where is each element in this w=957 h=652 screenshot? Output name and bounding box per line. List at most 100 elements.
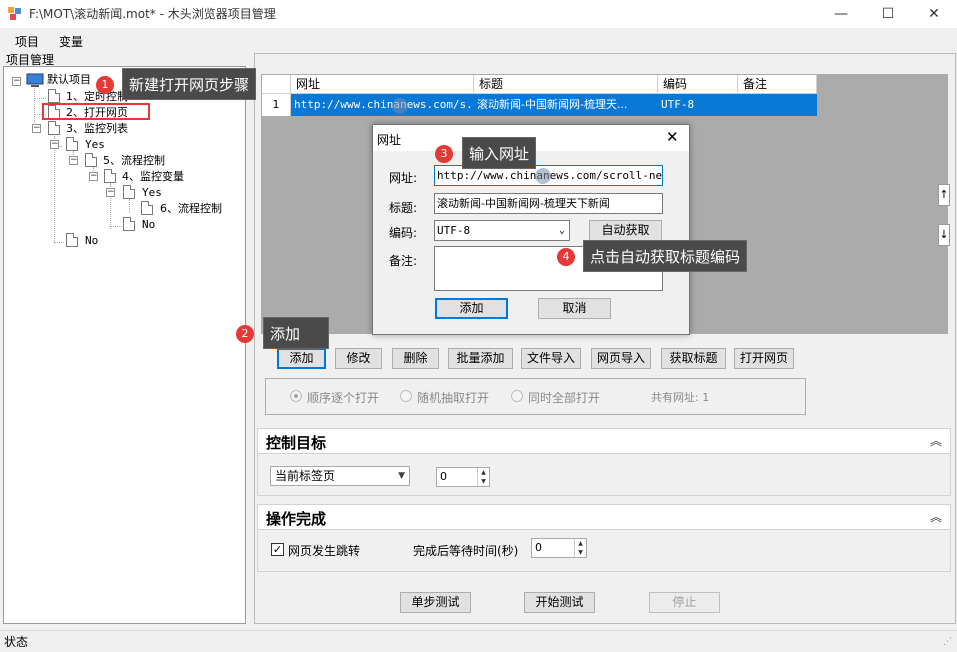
click-marker: [392, 98, 408, 114]
column-encoding[interactable]: 编码: [658, 75, 738, 94]
move-down-button[interactable]: ↓: [938, 224, 950, 246]
radio-sequential[interactable]: [290, 390, 302, 402]
add-button[interactable]: 添加: [277, 348, 326, 369]
document-icon: [48, 89, 60, 103]
move-up-button[interactable]: ↑: [938, 184, 950, 206]
tree-node-monitor-variable[interactable]: 4、监控变量: [122, 170, 184, 184]
tree-collapse-toggle[interactable]: −: [32, 124, 41, 133]
callout-badge: 2: [236, 325, 254, 343]
dialog-close-icon[interactable]: ✕: [666, 128, 679, 146]
column-note[interactable]: 备注: [738, 75, 817, 94]
callout-tooltip: 点击自动获取标题编码: [583, 240, 748, 272]
section-header[interactable]: 操作完成 ︽: [258, 505, 950, 530]
cell-note: [738, 94, 817, 116]
tab-index-stepper[interactable]: 0 ▲ ▼: [436, 467, 490, 487]
callout-tooltip: 输入网址: [462, 137, 537, 169]
title-bar: F:\MOT\滚动新闻.mot* - 木头浏览器项目管理 — ☐ ✕: [0, 0, 957, 28]
collapse-icon[interactable]: ︽: [930, 508, 942, 525]
cell-title: 滚动新闻-中国新闻网-梳理天...: [477, 98, 628, 111]
chevron-down-icon: ⌄: [558, 225, 565, 236]
radio-random-label: 随机抽取打开: [417, 391, 490, 405]
menu-variable[interactable]: 变量: [59, 33, 83, 50]
tab-index-value: 0: [440, 470, 447, 483]
close-button[interactable]: ✕: [911, 0, 957, 28]
tree-collapse-toggle[interactable]: −: [12, 77, 21, 86]
tree-node-default-project[interactable]: 默认项目: [47, 73, 91, 87]
status-text: 状态: [4, 635, 29, 649]
stop-button[interactable]: 停止: [649, 592, 720, 613]
batch-add-button[interactable]: 批量添加: [448, 348, 513, 369]
grid-corner: [262, 75, 291, 94]
operation-complete-section: 操作完成 ︽: [257, 504, 951, 572]
step-test-button[interactable]: 单步测试: [400, 592, 471, 613]
dialog-cancel-button[interactable]: 取消: [538, 298, 611, 319]
cell-encoding: UTF-8: [661, 98, 695, 111]
app-icon: [8, 7, 21, 20]
delete-button[interactable]: 删除: [392, 348, 439, 369]
tab-target-value: 当前标签页: [275, 469, 336, 483]
tree-node-no[interactable]: No: [85, 234, 98, 248]
tree-collapse-toggle[interactable]: −: [50, 140, 59, 149]
maximize-button[interactable]: ☐: [865, 0, 911, 28]
tree-collapse-toggle[interactable]: −: [89, 172, 98, 181]
spin-down-icon[interactable]: ▼: [477, 477, 489, 486]
tree-node-timer-control[interactable]: 1、定时控制: [66, 90, 128, 104]
tree-node-monitor-list[interactable]: 3、监控列表: [66, 122, 128, 136]
callout-badge: 4: [557, 248, 575, 266]
tree-node-yes[interactable]: Yes: [142, 186, 162, 200]
table-row[interactable]: 1 http://www.chinanews.com/s... 滚动新闻-中国新…: [262, 94, 817, 116]
open-webpage-button[interactable]: 打开网页: [734, 348, 794, 369]
start-test-button[interactable]: 开始测试: [524, 592, 595, 613]
tab-target-select[interactable]: 当前标签页 ▼: [270, 466, 410, 486]
title-field-label: 标题:: [389, 201, 418, 215]
radio-random[interactable]: [400, 390, 412, 402]
click-marker: [535, 168, 551, 184]
cell-url: http://www.chinanews.com/s...: [294, 98, 474, 111]
document-icon: [141, 201, 153, 215]
encoding-select[interactable]: UTF-8 ⌄: [434, 220, 570, 241]
grid-header: 网址 标题 编码 备注: [262, 75, 817, 94]
tree-collapse-toggle[interactable]: −: [69, 156, 78, 165]
column-title[interactable]: 标题: [474, 75, 658, 94]
chevron-down-icon: ▼: [398, 471, 405, 481]
wait-time-stepper[interactable]: 0 ▲ ▼: [531, 538, 587, 558]
section-title: 操作完成: [266, 510, 327, 528]
status-bar: 状态 ⋰: [0, 630, 957, 652]
auto-fetch-button[interactable]: 自动获取: [589, 220, 662, 241]
spin-up-icon[interactable]: ▲: [574, 539, 586, 548]
tree-node-no[interactable]: No: [142, 218, 155, 232]
tree-collapse-toggle[interactable]: −: [106, 188, 115, 197]
collapse-icon[interactable]: ︽: [930, 432, 942, 449]
menu-project[interactable]: 项目: [15, 33, 39, 50]
edit-button[interactable]: 修改: [335, 348, 382, 369]
file-import-button[interactable]: 文件导入: [521, 348, 581, 369]
tree-node-yes[interactable]: Yes: [85, 138, 105, 152]
title-field[interactable]: 滚动新闻-中国新闻网-梳理天下新闻: [434, 193, 663, 214]
webpage-import-button[interactable]: 网页导入: [591, 348, 651, 369]
resize-grip-icon[interactable]: ⋰: [943, 637, 952, 647]
row-index: 1: [262, 94, 291, 116]
window-title: F:\MOT\滚动新闻.mot* - 木头浏览器项目管理: [29, 7, 276, 21]
document-icon: [123, 217, 135, 231]
dialog-add-button[interactable]: 添加: [435, 298, 508, 319]
document-icon: [123, 185, 135, 199]
spin-up-icon[interactable]: ▲: [477, 468, 489, 477]
radio-sequential-label: 顺序逐个打开: [307, 391, 380, 405]
get-title-button[interactable]: 获取标题: [661, 348, 726, 369]
radio-all-at-once[interactable]: [511, 390, 523, 402]
section-title: 控制目标: [266, 434, 327, 452]
page-jump-checkbox[interactable]: ✓: [271, 543, 284, 556]
document-icon: [66, 137, 78, 151]
tree-node-flow-control-6[interactable]: 6、流程控制: [160, 202, 222, 216]
menu-bar: [0, 30, 957, 50]
column-url[interactable]: 网址: [291, 75, 474, 94]
spin-down-icon[interactable]: ▼: [574, 548, 586, 557]
minimize-button[interactable]: —: [818, 0, 864, 28]
tree-node-flow-control-5[interactable]: 5、流程控制: [103, 154, 165, 168]
project-tree: − 默认项目 1、定时控制 2、打开网页 − 3、监控列表 − Yes − 5、…: [3, 66, 246, 624]
wait-time-label: 完成后等待时间(秒): [413, 544, 519, 558]
callout-tooltip: 新建打开网页步骤: [122, 68, 257, 100]
callout-badge: 1: [96, 76, 114, 94]
section-header[interactable]: 控制目标 ︽: [258, 429, 950, 454]
radio-all-at-once-label: 同时全部打开: [528, 391, 601, 405]
